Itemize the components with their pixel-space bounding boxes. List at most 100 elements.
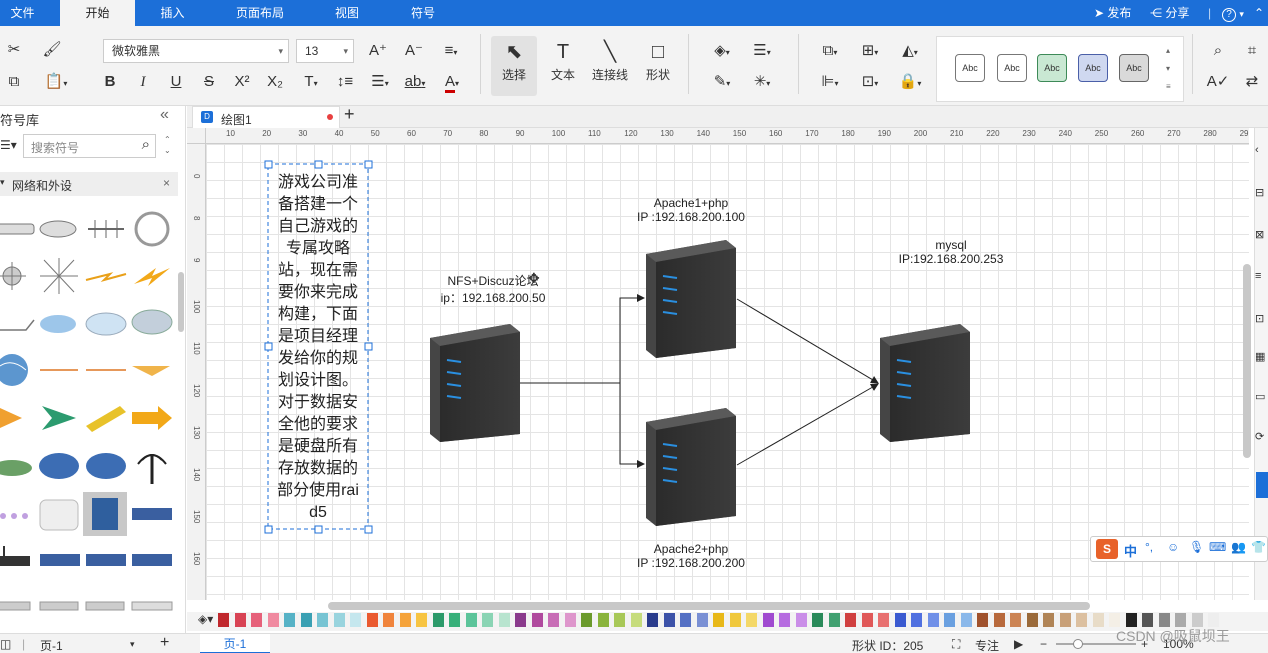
category-header[interactable]: ▾ 网络和外设 × xyxy=(0,172,178,196)
requirements-note-text[interactable]: 游戏公司准备搭建一个自己游戏的专属攻略站，现在需要你来完成构建，下面是项目经理发… xyxy=(276,172,360,524)
color-swatch[interactable] xyxy=(1208,613,1219,627)
italic-icon[interactable]: I xyxy=(131,70,155,94)
style-preset-4[interactable]: Abc xyxy=(1078,54,1108,82)
color-swatch[interactable] xyxy=(564,613,576,627)
arrange-icon[interactable]: ⧉▾ xyxy=(814,39,846,63)
format-painter-icon[interactable]: 🖌 xyxy=(40,38,64,62)
color-swatch[interactable] xyxy=(894,613,906,627)
color-swatch[interactable] xyxy=(350,613,361,627)
color-swatch[interactable] xyxy=(1109,613,1120,627)
color-swatch[interactable] xyxy=(779,613,790,627)
color-swatch[interactable] xyxy=(1191,613,1203,627)
line-style-icon[interactable]: ☰▾ xyxy=(746,39,778,63)
color-swatch[interactable] xyxy=(861,613,873,627)
zoom-out-icon[interactable]: − xyxy=(1040,637,1047,651)
nfs-server-shape[interactable] xyxy=(430,324,520,442)
color-swatch[interactable] xyxy=(449,613,460,627)
strikethrough-icon[interactable]: S xyxy=(197,70,221,94)
style-preset-5[interactable]: Abc xyxy=(1119,54,1149,82)
line-color-icon[interactable]: ✎▾ xyxy=(706,70,738,94)
color-swatch[interactable] xyxy=(482,613,493,627)
color-swatch[interactable] xyxy=(399,613,411,627)
text-highlight-icon[interactable]: ab▾ xyxy=(400,70,430,94)
text-format-icon[interactable]: T▾ xyxy=(296,70,326,94)
menu-tab-file[interactable]: 文件 xyxy=(0,0,45,26)
document-tab[interactable]: D 绘图1 xyxy=(192,106,340,128)
symbol-search-input[interactable]: 搜索符号 ⌕ xyxy=(23,134,156,158)
crop-icon[interactable]: ⌗ xyxy=(1240,39,1264,63)
color-swatch[interactable] xyxy=(878,613,889,627)
color-swatch[interactable] xyxy=(647,613,658,627)
color-swatch[interactable] xyxy=(1076,613,1087,627)
color-swatch[interactable] xyxy=(317,613,328,627)
add-tab-button[interactable]: + xyxy=(344,104,355,125)
color-swatch[interactable] xyxy=(597,613,609,627)
format-panel-icon[interactable]: ⊟ xyxy=(1255,186,1264,199)
page-tab[interactable]: 页-1 xyxy=(200,634,270,653)
image-panel-icon[interactable]: ⊠ xyxy=(1255,228,1264,241)
lock-icon[interactable]: 🔒▾ xyxy=(894,70,926,94)
color-swatch[interactable] xyxy=(515,613,526,627)
drawing-canvas[interactable]: 游戏公司准备搭建一个自己游戏的专属攻略站，现在需要你来完成构建，下面是项目经理发… xyxy=(206,144,1249,600)
focus-icon[interactable]: ⛶ xyxy=(952,637,960,652)
underline-icon[interactable]: U xyxy=(164,70,188,94)
share-button[interactable]: ⋲ 分享 xyxy=(1150,0,1189,26)
color-swatch[interactable] xyxy=(993,613,1005,627)
color-swatch[interactable] xyxy=(680,613,691,627)
replace-icon[interactable]: ⇄ xyxy=(1240,70,1264,94)
search-icon[interactable]: ⌕ xyxy=(142,136,150,153)
page-panel-icon[interactable]: ⊡ xyxy=(1255,312,1264,325)
color-swatch[interactable] xyxy=(548,613,559,627)
horizontal-scrollbar-thumb[interactable] xyxy=(328,602,1090,610)
ime-mode[interactable]: 中 xyxy=(1124,541,1137,560)
collapse-ribbon-icon[interactable]: ⌃ xyxy=(1254,0,1264,26)
search-scroll-icon[interactable]: ⌃ ⌄ xyxy=(164,134,171,156)
color-swatch[interactable] xyxy=(795,613,807,627)
page-selector[interactable]: 页-1 xyxy=(40,637,63,653)
ime-punctuation-icon[interactable]: °, xyxy=(1145,540,1153,554)
color-swatch[interactable] xyxy=(383,613,394,627)
user-icon[interactable]: 👥 xyxy=(1231,540,1246,554)
color-swatch[interactable] xyxy=(944,613,955,627)
find-icon[interactable]: ⌕ xyxy=(1206,39,1230,63)
flip-icon[interactable]: ◭▾ xyxy=(894,39,926,63)
color-swatch[interactable] xyxy=(284,613,295,627)
gallery-scroll-icon[interactable]: ▴ ▾ ≡ xyxy=(1166,42,1171,96)
mysql-label[interactable]: mysql IP:192.168.200.253 xyxy=(886,238,1016,266)
color-swatch[interactable] xyxy=(1059,613,1071,627)
color-swatch[interactable] xyxy=(218,613,229,627)
color-swatch[interactable] xyxy=(498,613,510,627)
effects-icon[interactable]: ✳▾ xyxy=(746,70,778,94)
color-swatch[interactable] xyxy=(333,613,345,627)
color-swatch[interactable] xyxy=(845,613,856,627)
collapse-panel-icon[interactable]: « xyxy=(160,106,169,124)
color-swatch[interactable] xyxy=(696,613,708,627)
style-preset-2[interactable]: Abc xyxy=(997,54,1027,82)
apache2-server-shape[interactable] xyxy=(646,408,736,526)
microphone-icon[interactable]: 🎙 xyxy=(1189,540,1204,554)
copy-icon[interactable]: ⧉ xyxy=(2,70,26,94)
color-swatch[interactable] xyxy=(828,613,840,627)
comment-panel-icon[interactable]: ▭ xyxy=(1255,390,1265,403)
group-icon[interactable]: ⊞▾ xyxy=(854,39,886,63)
chevron-down-icon[interactable]: ▾ xyxy=(130,639,135,650)
align-objects-icon[interactable]: ⊫▾ xyxy=(814,70,846,94)
color-swatch[interactable] xyxy=(581,613,592,627)
help-button[interactable]: ? ▾ xyxy=(1222,0,1244,26)
menu-tab-insert[interactable]: 插入 xyxy=(145,0,200,26)
cut-icon[interactable]: ✂ xyxy=(2,38,26,62)
grid-panel-icon[interactable]: ▦ xyxy=(1255,350,1265,363)
history-panel-icon[interactable]: ⟳ xyxy=(1255,430,1264,443)
font-shrink-icon[interactable]: A⁻ xyxy=(402,39,426,63)
keyboard-icon[interactable]: ⌨ xyxy=(1209,540,1226,554)
page-view-icon[interactable]: ◫ xyxy=(0,637,11,651)
publish-button[interactable]: ➤ 发布 xyxy=(1094,0,1131,26)
apache2-label[interactable]: Apache2+php IP :192.168.200.200 xyxy=(626,542,756,570)
color-swatch[interactable] xyxy=(746,613,757,627)
text-tool-button[interactable]: T 文本 xyxy=(540,36,586,96)
menu-tab-symbol[interactable]: 符号 xyxy=(398,0,448,26)
paste-icon[interactable]: 📋▾ xyxy=(40,70,72,94)
color-swatch[interactable] xyxy=(977,613,988,627)
apache1-server-shape[interactable] xyxy=(646,240,736,358)
color-swatch[interactable] xyxy=(234,613,246,627)
